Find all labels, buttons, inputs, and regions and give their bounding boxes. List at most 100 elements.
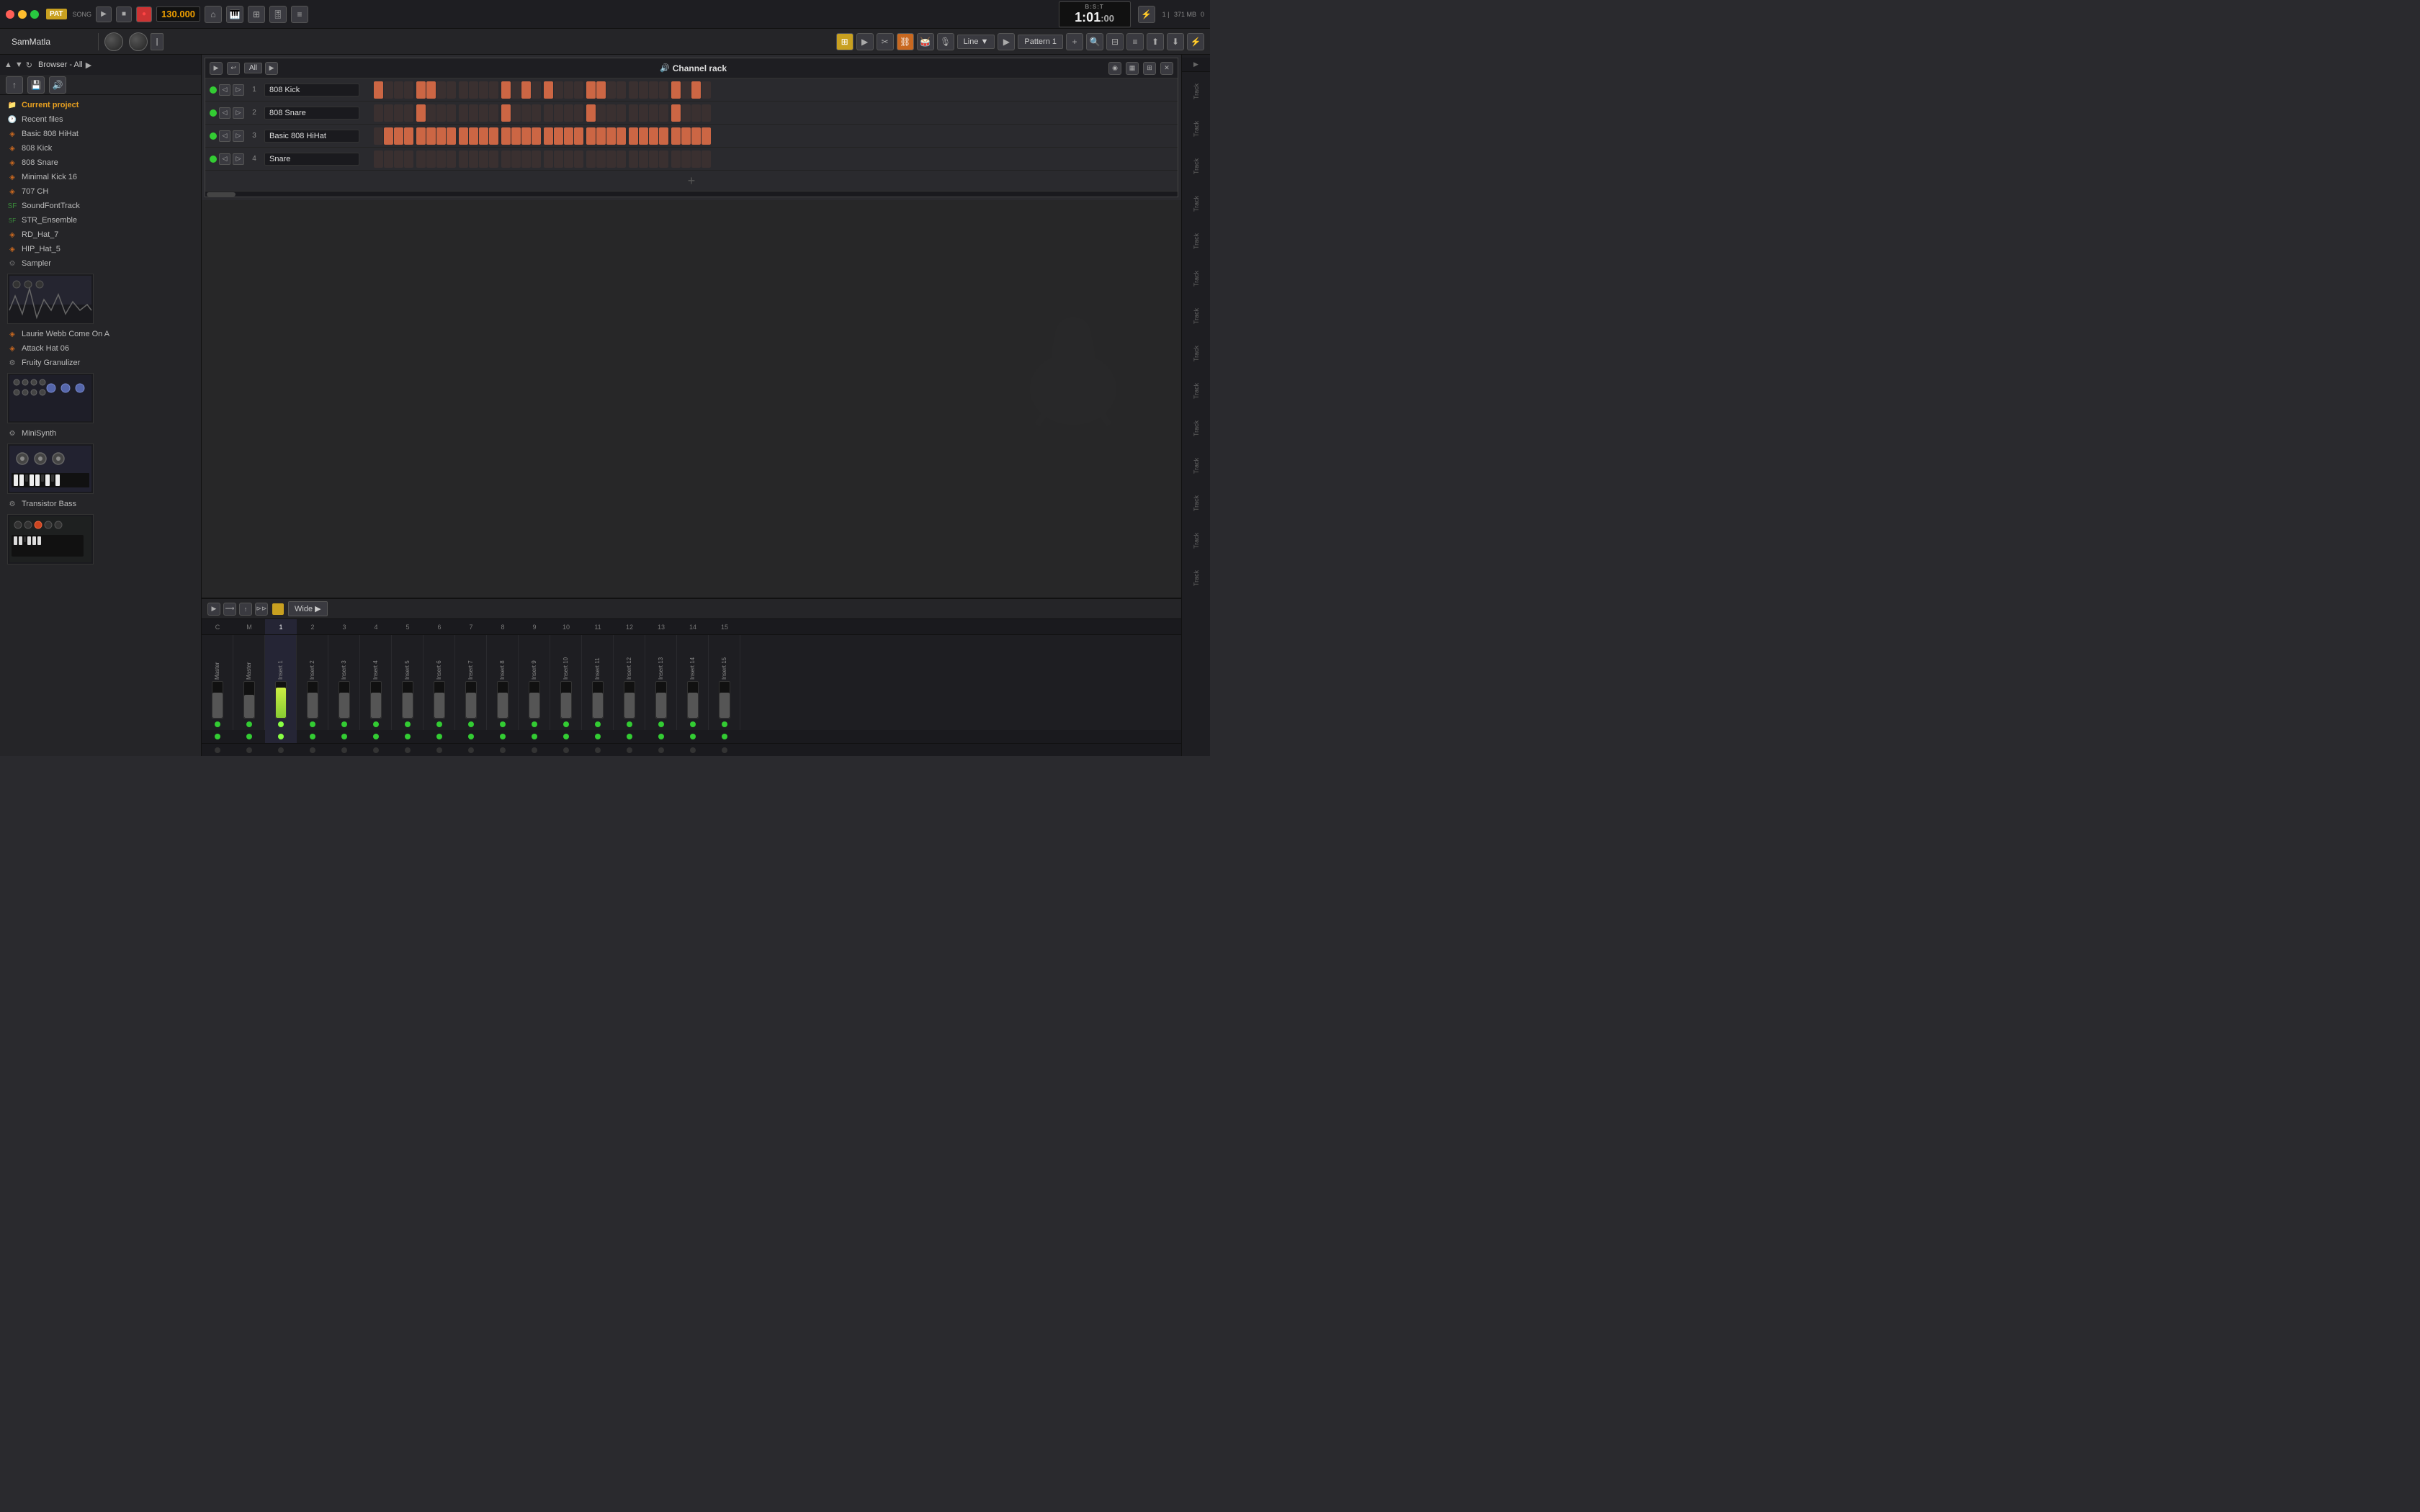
beat-1-3[interactable] (404, 104, 413, 122)
playlist-icon[interactable]: ≡ (291, 6, 308, 23)
browser-item-12[interactable]: ⚙ Fruity Granulizer (0, 356, 201, 370)
toggle-btn[interactable]: | (151, 33, 163, 50)
channel-led-2[interactable] (210, 132, 217, 140)
beat-3-18[interactable] (564, 150, 573, 168)
beat-3-4[interactable] (416, 150, 426, 168)
beat-2-3[interactable] (404, 127, 413, 145)
beat-0-31[interactable] (702, 81, 711, 99)
beat-1-1[interactable] (384, 104, 393, 122)
mixer-track-9[interactable]: Insert 9 (519, 635, 550, 730)
beat-3-27[interactable] (659, 150, 668, 168)
beat-0-17[interactable] (554, 81, 563, 99)
channel-solo-1[interactable]: ▷ (233, 107, 244, 119)
filter-all-btn[interactable]: All (244, 63, 262, 73)
beat-3-12[interactable] (501, 150, 511, 168)
beat-2-31[interactable] (702, 127, 711, 145)
beat-0-1[interactable] (384, 81, 393, 99)
sidebar-track-2[interactable]: Track (1183, 148, 1209, 184)
browser-item-5[interactable]: SF SoundFontTrack (0, 199, 201, 213)
beat-3-14[interactable] (521, 150, 531, 168)
settings-icon[interactable]: ≡ (1126, 33, 1144, 50)
beat-3-17[interactable] (554, 150, 563, 168)
beat-2-10[interactable] (479, 127, 488, 145)
snap-icon[interactable]: ⌂ (205, 6, 222, 23)
beat-3-22[interactable] (606, 150, 616, 168)
master-fader[interactable] (212, 693, 223, 718)
channel-mute-3[interactable]: ◁ (219, 153, 230, 165)
cr-play-icon[interactable]: ▶ (210, 62, 223, 75)
browser-item-7[interactable]: ◈ RD_Hat_7 (0, 228, 201, 242)
scroll-thumb[interactable] (207, 192, 236, 197)
beat-1-11[interactable] (489, 104, 498, 122)
mixer-track-14[interactable]: Insert 14 (677, 635, 709, 730)
beat-3-0[interactable] (374, 150, 383, 168)
mixer-track-7[interactable]: Insert 7 (455, 635, 487, 730)
beat-1-18[interactable] (564, 104, 573, 122)
channel-name-0[interactable]: 808 Kick (264, 84, 359, 96)
beat-2-18[interactable] (564, 127, 573, 145)
beat-2-16[interactable] (544, 127, 553, 145)
channel-mute-0[interactable]: ◁ (219, 84, 230, 96)
grid-icon[interactable]: ⊟ (1106, 33, 1124, 50)
beat-3-30[interactable] (691, 150, 701, 168)
sidebar-track-4[interactable]: Track (1183, 223, 1209, 259)
sidebar-track-9[interactable]: Track (1183, 410, 1209, 446)
beat-1-19[interactable] (574, 104, 583, 122)
insert3-fader[interactable] (339, 693, 349, 718)
channel-mute-2[interactable]: ◁ (219, 130, 230, 142)
mixer-track-2[interactable]: Insert 2 (297, 635, 328, 730)
mixer-track-15[interactable]: Insert 15 (709, 635, 740, 730)
channel-rack-icon[interactable]: ⊞ (836, 33, 853, 50)
beat-1-12[interactable] (501, 104, 511, 122)
beat-3-3[interactable] (404, 150, 413, 168)
mixer-track-5[interactable]: Insert 5 (392, 635, 424, 730)
beat-1-5[interactable] (426, 104, 436, 122)
line-next-icon[interactable]: ▶ (998, 33, 1015, 50)
beat-1-8[interactable] (459, 104, 468, 122)
beat-1-23[interactable] (617, 104, 626, 122)
beat-1-17[interactable] (554, 104, 563, 122)
beat-3-24[interactable] (629, 150, 638, 168)
beat-0-24[interactable] (629, 81, 638, 99)
beat-0-5[interactable] (426, 81, 436, 99)
browser-item-13[interactable]: ⚙ MiniSynth (0, 426, 201, 441)
beat-1-24[interactable] (629, 104, 638, 122)
beat-3-31[interactable] (702, 150, 711, 168)
beat-3-7[interactable] (447, 150, 456, 168)
beat-1-21[interactable] (596, 104, 606, 122)
sidebar-track-12[interactable]: Track (1183, 523, 1209, 559)
beat-0-18[interactable] (564, 81, 573, 99)
pitch-knob[interactable] (129, 32, 148, 51)
beat-3-1[interactable] (384, 150, 393, 168)
beat-2-26[interactable] (649, 127, 658, 145)
sidebar-track-13[interactable]: Track (1183, 560, 1209, 596)
piano-roll-icon[interactable]: 🎹 (226, 6, 243, 23)
beat-3-19[interactable] (574, 150, 583, 168)
stop-button[interactable]: ■ (116, 6, 132, 22)
channel-mute-1[interactable]: ◁ (219, 107, 230, 119)
beat-0-14[interactable] (521, 81, 531, 99)
minimize-button[interactable] (18, 10, 27, 19)
filter-icon[interactable]: ⚡ (1187, 33, 1204, 50)
browser-item-2[interactable]: ◈ 808 Snare (0, 156, 201, 170)
mixer-track-m[interactable]: Master (233, 635, 265, 730)
sidebar-track-11[interactable]: Track (1183, 485, 1209, 521)
mixer-track-8[interactable]: Insert 8 (487, 635, 519, 730)
beat-2-19[interactable] (574, 127, 583, 145)
channel-solo-2[interactable]: ▷ (233, 130, 244, 142)
beat-1-4[interactable] (416, 104, 426, 122)
beat-2-23[interactable] (617, 127, 626, 145)
beat-3-15[interactable] (532, 150, 541, 168)
beat-2-30[interactable] (691, 127, 701, 145)
beat-3-21[interactable] (596, 150, 606, 168)
beat-2-4[interactable] (416, 127, 426, 145)
beat-1-31[interactable] (702, 104, 711, 122)
beat-2-11[interactable] (489, 127, 498, 145)
beat-3-25[interactable] (639, 150, 648, 168)
sidebar-track-8[interactable]: Track (1183, 373, 1209, 409)
beat-2-5[interactable] (426, 127, 436, 145)
sidebar-track-6[interactable]: Track (1183, 298, 1209, 334)
beat-3-16[interactable] (544, 150, 553, 168)
link-icon[interactable]: ⛓ (897, 33, 914, 50)
sidebar-track-1[interactable]: Track (1183, 111, 1209, 147)
